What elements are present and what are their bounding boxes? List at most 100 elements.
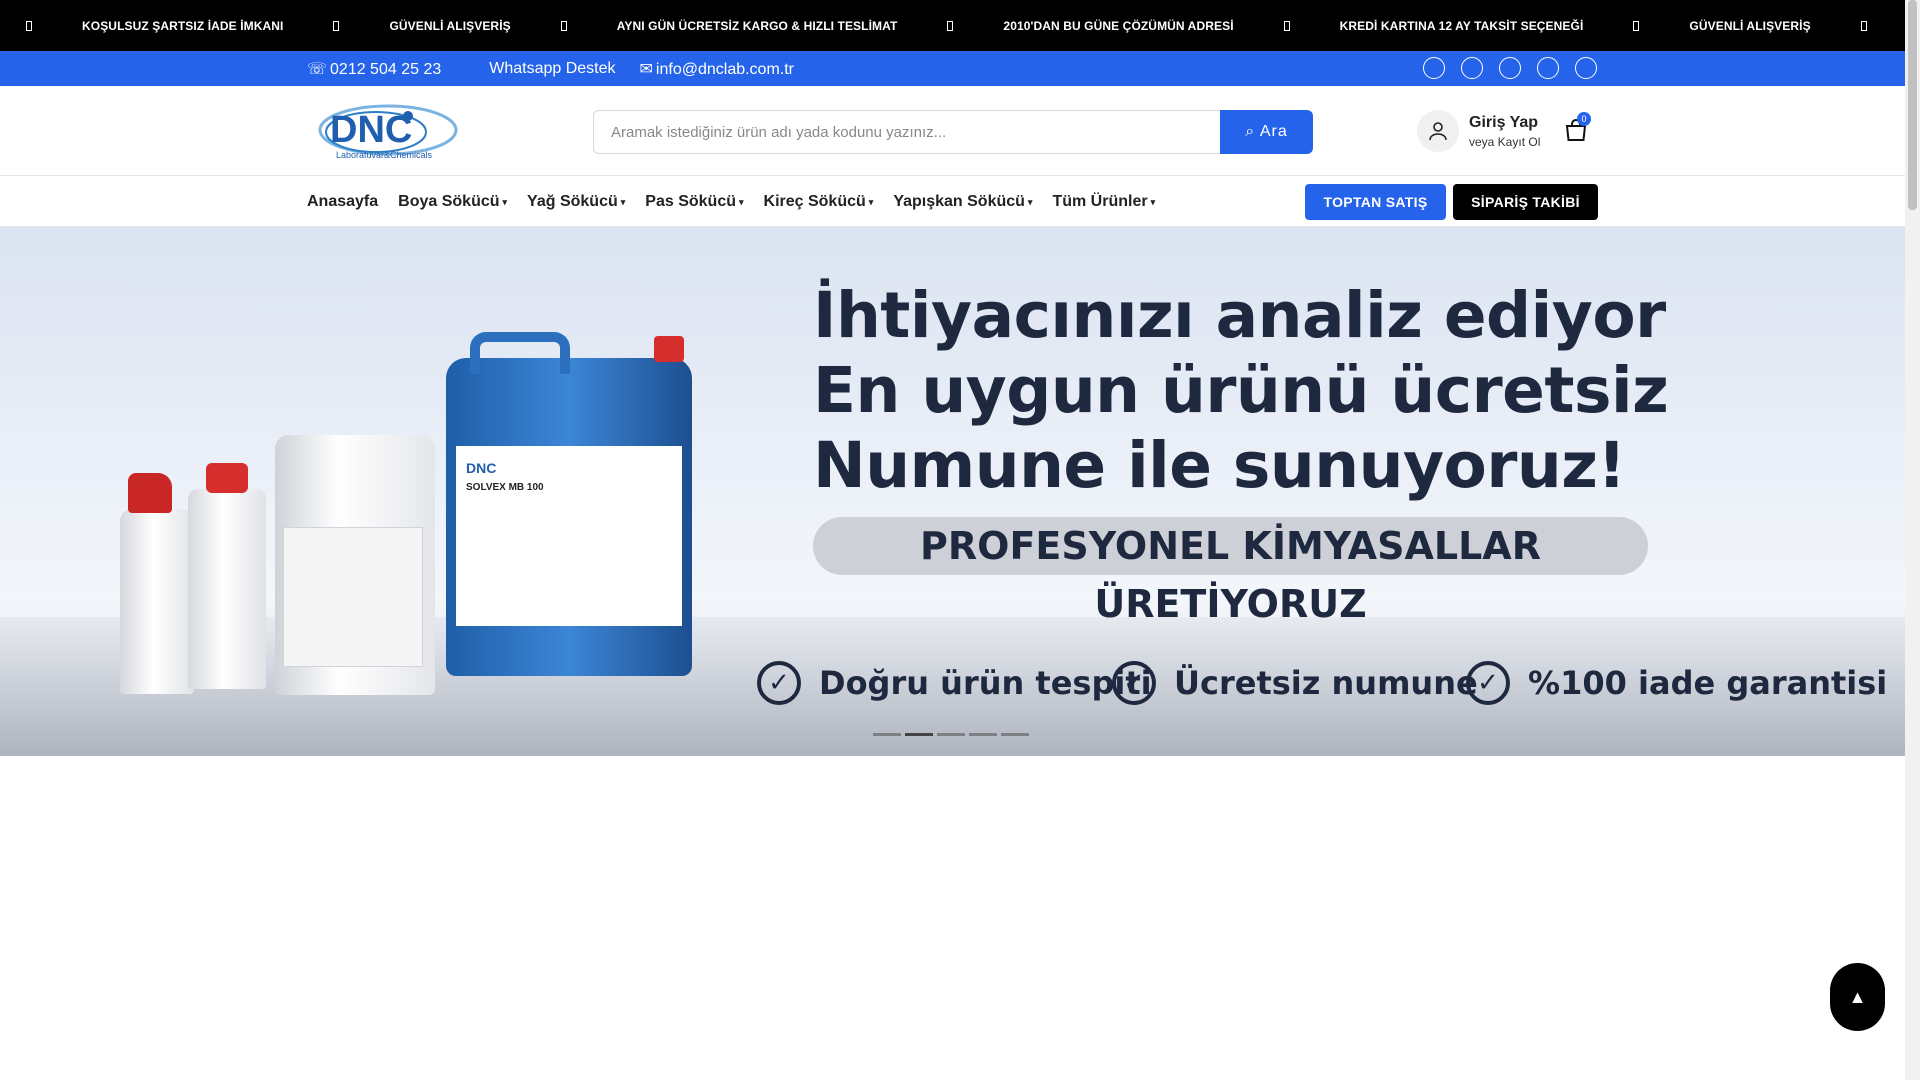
- ticker-text: GÜVENLİ ALIŞVERİŞ: [389, 18, 511, 33]
- search-button[interactable]: ⌕ Ara: [1220, 110, 1313, 154]
- ticker-text: KREDİ KARTINA 12 AY TAKSİT SEÇENEĞİ: [1339, 18, 1584, 33]
- ticker-item: GÜVENLİ ALIŞVERİŞ: [333, 19, 560, 33]
- login-label[interactable]: Giriş Yap: [1469, 113, 1540, 133]
- feature-item: ✓ Doğru ürün tespiti: [757, 661, 1152, 705]
- slider-dot[interactable]: [969, 733, 997, 736]
- hero-headline-2: En uygun ürünü ücretsiz: [813, 354, 1669, 427]
- ticker-item: AYNI GÜN ÜCRETSİZ KARGO & HIZLI TESLİMAT: [560, 18, 948, 33]
- order-tracking-button[interactable]: SİPARİŞ TAKİBİ: [1453, 184, 1598, 220]
- site-header: DNC Laboratuvar&Chemicals ⌕ Ara Giriş Ya…: [0, 86, 1905, 176]
- nav-item[interactable]: Anasayfa: [307, 193, 378, 211]
- arrow-up-icon: ▲: [1848, 986, 1867, 1007]
- nav-item[interactable]: Yapışkan Sökücü ▾: [893, 193, 1032, 211]
- nav-item[interactable]: Pas Sökücü ▾: [645, 193, 743, 211]
- whatsapp-link[interactable]: Whatsapp Destek: [489, 60, 615, 78]
- phone-link[interactable]: ☏ 0212 504 25 23: [307, 59, 465, 79]
- hero-headline-3: Numune ile sunuyoruz!: [813, 429, 1626, 502]
- nav-item[interactable]: Yağ Sökücü ▾: [527, 193, 625, 211]
- slider-dot[interactable]: [905, 733, 933, 736]
- check-icon: ✓: [1112, 661, 1156, 705]
- hero-slider[interactable]: DNC SOLVEX MB 100 İhtiyacınızı analiz ed…: [0, 227, 1905, 756]
- ticker-separator-icon: [1283, 20, 1290, 31]
- scrollbar-thumb[interactable]: [1908, 0, 1917, 210]
- ticker-text: GÜVENLİ ALIŞVERİŞ: [1689, 18, 1811, 33]
- nav-item-label: Boya Sökücü: [398, 193, 500, 210]
- page-scrollbar[interactable]: [1905, 0, 1920, 1080]
- slider-dot[interactable]: [873, 733, 901, 736]
- youtube-icon[interactable]: [1537, 57, 1559, 79]
- logo-text: DNC: [330, 109, 412, 151]
- ticker-separator-icon: [947, 20, 954, 31]
- contact-bar: ☏ 0212 504 25 23 Whatsapp Destek ✉ info@dn…: [0, 51, 1905, 86]
- announcement-ticker: KOŞULSUZ ŞARTSIZ İADE İMKANI GÜVENLİ ALIŞ…: [0, 0, 1905, 51]
- account-link[interactable]: Giriş Yap veya Kayıt Ol: [1417, 110, 1540, 152]
- chevron-down-icon: ▾: [868, 196, 874, 207]
- ticker-item: A: [1860, 19, 1905, 33]
- search-icon: ⌕: [1245, 123, 1260, 140]
- slider-dots: [873, 733, 1033, 736]
- ticker-separator-icon: [333, 20, 340, 31]
- slider-dot[interactable]: [937, 733, 965, 736]
- chevron-down-icon: ▾: [502, 196, 508, 207]
- mail-icon: ✉: [639, 60, 653, 78]
- email-link[interactable]: ✉ info@dnclab.com.tr: [640, 59, 818, 79]
- check-icon: ✓: [757, 661, 801, 705]
- blue-canister-image: DNC SOLVEX MB 100: [446, 332, 692, 676]
- ticker-text: KOŞULSUZ ŞARTSIZ İADE İMKANI: [82, 18, 284, 33]
- spray-bottle-image: [120, 473, 194, 694]
- page: KOŞULSUZ ŞARTSIZ İADE İMKANI GÜVENLİ ALIŞ…: [0, 0, 1905, 1080]
- nav-item[interactable]: Boya Sökücü ▾: [398, 193, 507, 211]
- ticker-text: AYNI GÜN ÜCRETSİZ KARGO & HIZLI TESLİMAT: [616, 18, 898, 33]
- logo-graphic: DNC Laboratuvar&Chemicals: [318, 104, 458, 160]
- small-bottle-image: [188, 463, 266, 689]
- product-label: SOLVEX MB 100: [466, 482, 544, 493]
- ticker-text: 2010'DAN BU GÜNE ÇÖZÜMÜN ADRESİ: [1003, 18, 1234, 33]
- ticker-track: KOŞULSUZ ŞARTSIZ İADE İMKANI GÜVENLİ ALIŞ…: [26, 0, 1905, 51]
- ticker-item: GÜVENLİ ALIŞVERİŞ: [1633, 19, 1860, 33]
- main-nav: Anasayfa Boya Sökücü ▾ Yağ Sökücü ▾ Pas Söküc…: [0, 177, 1905, 227]
- site-logo[interactable]: DNC Laboratuvar&Chemicals: [316, 100, 480, 162]
- instagram-icon[interactable]: [1499, 57, 1521, 79]
- white-canister-image: [275, 435, 435, 695]
- chevron-down-icon: ▾: [620, 196, 626, 207]
- search-input[interactable]: [593, 110, 1220, 154]
- back-to-top-button[interactable]: ▲: [1830, 963, 1885, 1031]
- feature-item: ✓ Ücretsiz numune: [1112, 661, 1478, 705]
- slider-dot[interactable]: [1001, 733, 1029, 736]
- nav-item-label: Yapışkan Sökücü: [893, 193, 1025, 210]
- ticker-item: 2010'DAN BU GÜNE ÇÖZÜMÜN ADRESİ: [947, 19, 1283, 33]
- social-links: [1423, 57, 1613, 79]
- logo-subtext: Laboratuvar&Chemicals: [336, 150, 433, 160]
- twitter-icon[interactable]: [1461, 57, 1483, 79]
- chevron-down-icon: ▾: [1150, 196, 1156, 207]
- nav-item-label: Pas Sökücü: [645, 193, 736, 210]
- ticker-separator-icon: [560, 20, 567, 31]
- ticker-separator-icon: [26, 20, 32, 31]
- search-form: ⌕ Ara: [593, 110, 1313, 154]
- hero-pill-banner: PROFESYONEL KİMYASALLAR ÜRETİYORUZ: [813, 517, 1648, 626]
- phone-icon: ☏: [307, 60, 328, 78]
- nav-item-label: Yağ Sökücü: [527, 193, 618, 210]
- hero-headline-1: İhtiyacınızı analiz ediyor: [813, 279, 1666, 352]
- nav-item-label: Anasayfa: [307, 193, 379, 210]
- chevron-down-icon: ▾: [1027, 196, 1033, 207]
- feature-item: ✓ %100 iade garantisi: [1466, 661, 1887, 705]
- cart-count-badge: 0: [1577, 112, 1591, 126]
- chevron-down-icon: ▾: [738, 196, 744, 207]
- cart-button[interactable]: 0: [1564, 112, 1591, 142]
- nav-menu: Anasayfa Boya Sökücü ▾ Yağ Sökücü ▾ Pas Söküc…: [307, 177, 1175, 227]
- ticker-separator-icon: [1633, 20, 1640, 31]
- nav-item[interactable]: Tüm Ürünler ▾: [1052, 193, 1155, 211]
- facebook-icon[interactable]: [1423, 57, 1445, 79]
- register-label[interactable]: veya Kayıt Ol: [1469, 135, 1540, 150]
- ticker-item: KREDİ KARTINA 12 AY TAKSİT SEÇENEĞİ: [1283, 18, 1634, 33]
- user-icon: [1417, 110, 1459, 152]
- ticker-item: KOŞULSUZ ŞARTSIZ İADE İMKANI: [26, 19, 333, 33]
- linkedin-icon[interactable]: [1575, 57, 1597, 79]
- wholesale-button[interactable]: TOPTAN SATIŞ: [1305, 184, 1446, 220]
- nav-item-label: Kireç Sökücü: [763, 193, 866, 210]
- nav-item-label: Tüm Ürünler: [1052, 193, 1148, 210]
- ticker-separator-icon: [1860, 20, 1867, 31]
- nav-item[interactable]: Kireç Sökücü ▾: [764, 193, 874, 211]
- check-icon: ✓: [1466, 661, 1510, 705]
